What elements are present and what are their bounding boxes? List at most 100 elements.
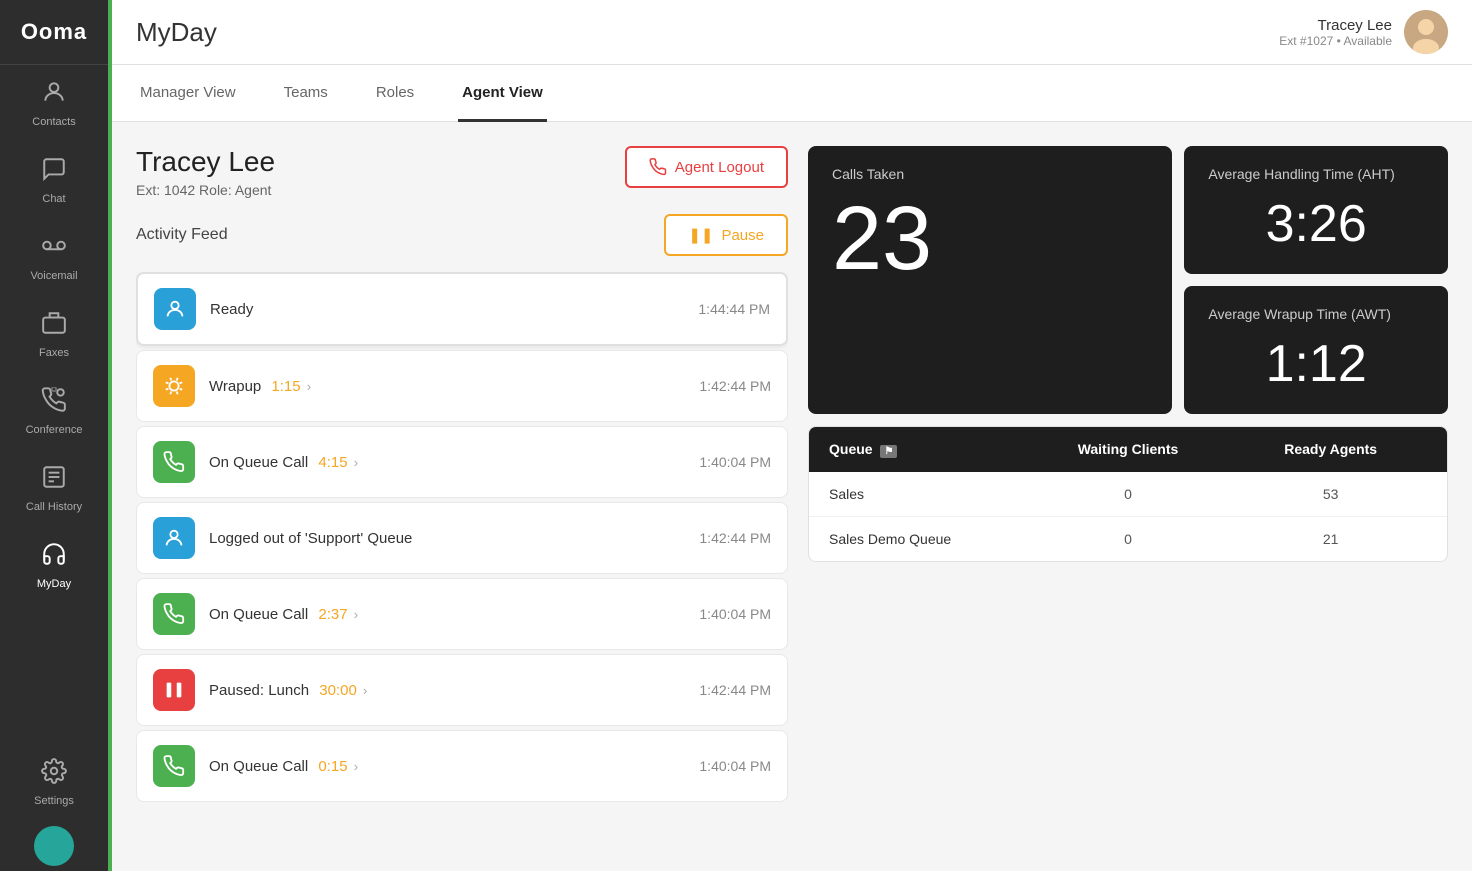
agent-info: Tracey Lee Ext: 1042 Role: Agent xyxy=(136,146,275,198)
header-user-ext: Ext #1027 • Available xyxy=(1279,34,1392,48)
feed-status-logout: Logged out of 'Support' Queue xyxy=(209,530,685,547)
sidebar-item-voicemail[interactable]: Voicemail xyxy=(0,219,108,296)
pause-icon: ❚❚ xyxy=(688,226,713,244)
activity-feed-label: Activity Feed xyxy=(136,226,228,244)
chat-icon xyxy=(41,156,67,188)
agent-logout-button[interactable]: Agent Logout xyxy=(625,146,788,188)
sidebar-item-contacts-label: Contacts xyxy=(32,116,75,128)
tab-teams[interactable]: Teams xyxy=(280,66,332,122)
stat-awt: Average Wrapup Time (AWT) 1:12 xyxy=(1184,286,1448,414)
stats-row: Calls Taken 23 Average Handling Time (AH… xyxy=(808,146,1448,414)
voicemail-icon xyxy=(41,233,67,265)
pause-label: Pause xyxy=(721,227,764,244)
sidebar-item-settings[interactable]: Settings xyxy=(0,744,108,821)
feed-item-queue3[interactable]: On Queue Call 0:15 › 1:40:04 PM xyxy=(136,730,788,802)
sidebar-item-callhistory-label: Call History xyxy=(26,501,82,513)
feed-status-paused: Paused: Lunch 30:00 › xyxy=(209,682,685,699)
feed-icon-queue3 xyxy=(153,745,195,787)
app-logo: Ooma xyxy=(0,0,108,65)
feed-icon-wrapup xyxy=(153,365,195,407)
feed-item-ready[interactable]: Ready 1:44:44 PM xyxy=(136,272,788,346)
feed-time-paused: 1:42:44 PM xyxy=(699,682,771,698)
tab-roles[interactable]: Roles xyxy=(372,66,418,122)
feed-time-queue2: 1:40:04 PM xyxy=(699,606,771,622)
sidebar-item-settings-label: Settings xyxy=(34,795,74,807)
stat-aht: Average Handling Time (AHT) 3:26 xyxy=(1184,146,1448,274)
pause-button[interactable]: ❚❚ Pause xyxy=(664,214,788,256)
feed-item-wrapup[interactable]: Wrapup 1:15 › 1:42:44 PM xyxy=(136,350,788,422)
sidebar-item-chat-label: Chat xyxy=(42,193,65,205)
left-panel: Tracey Lee Ext: 1042 Role: Agent Agent L… xyxy=(136,146,788,847)
agent-logout-label: Agent Logout xyxy=(675,159,764,176)
feed-item-queue1[interactable]: On Queue Call 4:15 › 1:40:04 PM xyxy=(136,426,788,498)
queue-cell-demo-waiting: 0 xyxy=(1032,531,1225,547)
queue-col-name: Queue ⚑ xyxy=(829,441,1022,458)
tab-agent-view[interactable]: Agent View xyxy=(458,66,547,122)
settings-icon xyxy=(41,758,67,790)
tab-manager-view[interactable]: Manager View xyxy=(136,66,240,122)
feed-time-ready: 1:44:44 PM xyxy=(698,301,770,317)
tab-bar: Manager View Teams Roles Agent View xyxy=(112,65,1472,122)
queue-cell-sales-ready: 53 xyxy=(1234,486,1427,502)
feed-icon-paused xyxy=(153,669,195,711)
queue-col-ready: Ready Agents xyxy=(1234,441,1427,458)
sidebar-item-contacts[interactable]: Contacts xyxy=(0,65,108,142)
feed-status-queue2: On Queue Call 2:37 › xyxy=(209,606,685,623)
feed-icon-queue1 xyxy=(153,441,195,483)
sidebar-item-faxes[interactable]: Faxes xyxy=(0,296,108,373)
content-area: Tracey Lee Ext: 1042 Role: Agent Agent L… xyxy=(112,122,1472,871)
right-panel: Calls Taken 23 Average Handling Time (AH… xyxy=(808,146,1448,847)
activity-row: Activity Feed ❚❚ Pause xyxy=(136,214,788,256)
app-header: MyDay Tracey Lee Ext #1027 • Available xyxy=(112,0,1472,65)
feed-item-paused[interactable]: Paused: Lunch 30:00 › 1:42:44 PM xyxy=(136,654,788,726)
sidebar-item-faxes-label: Faxes xyxy=(39,347,69,359)
myday-icon xyxy=(41,541,67,573)
feed-item-logout[interactable]: Logged out of 'Support' Queue 1:42:44 PM xyxy=(136,502,788,574)
sidebar-item-chat[interactable]: Chat xyxy=(0,142,108,219)
queue-table: Queue ⚑ Waiting Clients Ready Agents Sal… xyxy=(808,426,1448,562)
queue-row-sales: Sales 0 53 xyxy=(809,472,1447,517)
queue-cell-demo-ready: 21 xyxy=(1234,531,1427,547)
header-user-info: Tracey Lee Ext #1027 • Available xyxy=(1279,17,1392,48)
queue-flag-icon: ⚑ xyxy=(880,445,897,458)
activity-feed: Ready 1:44:44 PM Wrapup 1:15 › 1:42:44 P… xyxy=(136,272,788,847)
sidebar: Ooma Contacts Chat Voicemail Faxes xyxy=(0,0,108,871)
main-content: MyDay Tracey Lee Ext #1027 • Available M… xyxy=(112,0,1472,871)
header-user-name: Tracey Lee xyxy=(1279,17,1392,34)
feed-icon-ready xyxy=(154,288,196,330)
sidebar-accent-bar xyxy=(108,0,112,871)
queue-cell-demo-name: Sales Demo Queue xyxy=(829,531,1022,547)
conference-icon xyxy=(41,387,67,419)
queue-row-demo: Sales Demo Queue 0 21 xyxy=(809,517,1447,561)
sidebar-item-voicemail-label: Voicemail xyxy=(30,270,77,282)
agent-header: Tracey Lee Ext: 1042 Role: Agent Agent L… xyxy=(136,146,788,198)
sidebar-item-myday-label: MyDay xyxy=(37,578,71,590)
awt-value: 1:12 xyxy=(1208,334,1424,394)
feed-status-queue1: On Queue Call 4:15 › xyxy=(209,454,685,471)
calls-taken-label: Calls Taken xyxy=(832,166,1148,182)
feed-time-wrapup: 1:42:44 PM xyxy=(699,378,771,394)
feed-item-queue2[interactable]: On Queue Call 2:37 › 1:40:04 PM xyxy=(136,578,788,650)
stats-right: Average Handling Time (AHT) 3:26 Average… xyxy=(1184,146,1448,414)
avatar xyxy=(1404,10,1448,54)
sidebar-item-callhistory[interactable]: Call History xyxy=(0,450,108,527)
feed-time-logout: 1:42:44 PM xyxy=(699,530,771,546)
aht-value: 3:26 xyxy=(1208,194,1424,254)
feed-icon-queue2 xyxy=(153,593,195,635)
feed-time-queue1: 1:40:04 PM xyxy=(699,454,771,470)
queue-table-header: Queue ⚑ Waiting Clients Ready Agents xyxy=(809,427,1447,472)
header-user-area: Tracey Lee Ext #1027 • Available xyxy=(1279,10,1448,54)
faxes-icon xyxy=(41,310,67,342)
page-title: MyDay xyxy=(136,17,217,48)
sidebar-item-conference[interactable]: Conference xyxy=(0,373,108,450)
queue-cell-sales-name: Sales xyxy=(829,486,1022,502)
awt-label: Average Wrapup Time (AWT) xyxy=(1208,306,1424,322)
contacts-icon xyxy=(41,79,67,111)
callhistory-icon xyxy=(41,464,67,496)
sidebar-item-myday[interactable]: MyDay xyxy=(0,527,108,604)
feed-icon-logout xyxy=(153,517,195,559)
feed-time-queue3: 1:40:04 PM xyxy=(699,758,771,774)
calls-taken-value: 23 xyxy=(832,194,1148,284)
queue-cell-sales-waiting: 0 xyxy=(1032,486,1225,502)
agent-ext-role: Ext: 1042 Role: Agent xyxy=(136,182,275,198)
